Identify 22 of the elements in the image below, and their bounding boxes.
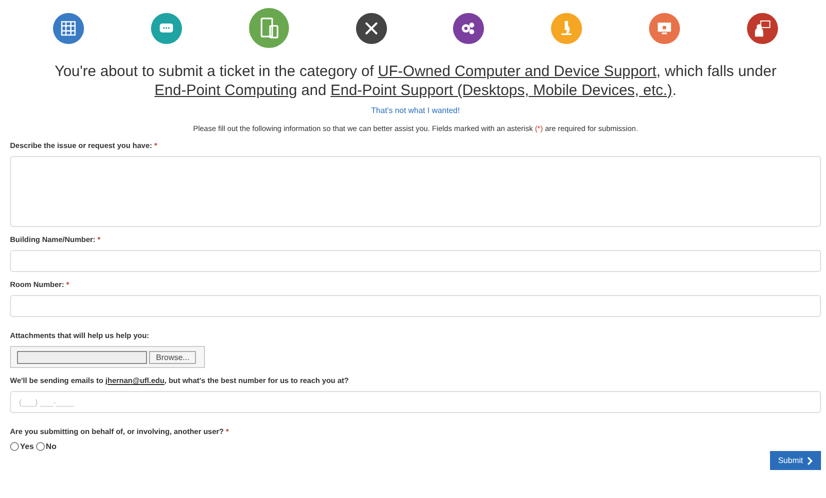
submit-button[interactable]: Submit — [770, 451, 821, 470]
category-link[interactable]: UF-Owned Computer and Device Support — [378, 63, 656, 80]
chat-icon[interactable] — [151, 12, 182, 44]
browse-button[interactable]: Browse... — [149, 350, 196, 364]
presenter-icon[interactable] — [746, 12, 778, 44]
radio-button[interactable] — [10, 442, 19, 451]
grid-icon[interactable] — [53, 12, 84, 44]
phone-field[interactable]: (___) ___-____ — [10, 391, 821, 413]
category-link[interactable]: End-Point Support (Desktops, Mobile Devices, etc.) — [330, 82, 672, 99]
not-wanted-link[interactable]: That's not what I wanted! — [371, 106, 460, 115]
file-upload-field[interactable]: Browse... — [10, 346, 205, 368]
ticket-category-text: You're about to submit a ticket in the category of UF-Owned Computer and Device Support, which falls under End-Point Computing and End-Point Support (Desktops, Mobile Devices, etc.). — [54, 62, 778, 100]
chevron-icon — [807, 456, 813, 464]
input-field[interactable] — [10, 295, 821, 317]
radio-button[interactable] — [36, 442, 45, 451]
microscope-icon[interactable] — [551, 12, 582, 44]
category-link[interactable]: End-Point Computing — [154, 82, 298, 99]
radio-label: No — [46, 442, 56, 451]
monitor-lock-icon[interactable] — [648, 12, 680, 44]
devices-icon[interactable] — [248, 8, 289, 48]
radio-label: Yes — [20, 442, 34, 451]
input-field[interactable] — [10, 250, 821, 272]
